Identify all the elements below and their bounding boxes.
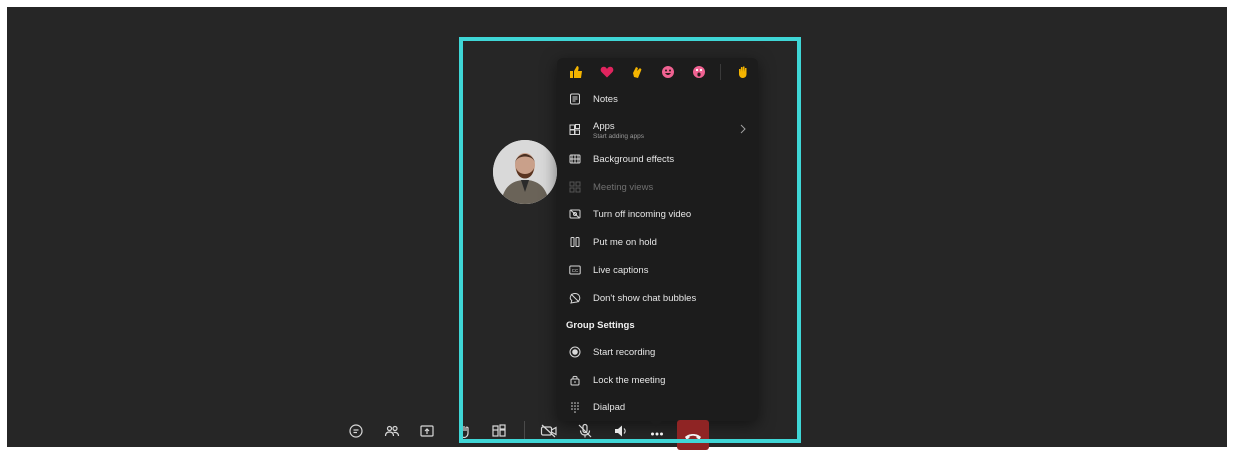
- more-options-button[interactable]: [646, 420, 668, 442]
- surprised-icon[interactable]: [690, 63, 708, 81]
- menu-item-label: Turn off incoming video: [593, 208, 692, 220]
- raised-hand-icon[interactable]: [734, 63, 752, 81]
- rooms-button[interactable]: [488, 420, 510, 442]
- speaker-button[interactable]: [610, 420, 632, 442]
- participant-avatar[interactable]: [493, 140, 557, 204]
- meeting-views-icon: [568, 180, 582, 194]
- chevron-right-icon: [740, 124, 746, 137]
- background-effects-icon: [568, 152, 582, 166]
- reactions-bar: [557, 58, 758, 86]
- raise-hand-icon: [459, 426, 469, 439]
- menu-item-dont-show-chat-bubbles[interactable]: Don't show chat bubbles: [557, 285, 758, 311]
- raise-hand-button[interactable]: [453, 420, 475, 442]
- menu-item-start-recording[interactable]: Start recording: [557, 339, 758, 365]
- menu-item-turn-off-incoming-video[interactable]: Turn off incoming video: [557, 201, 758, 227]
- hang-up-icon: [685, 434, 701, 440]
- menu-item-label: Live captions: [593, 264, 649, 276]
- menu-item-sublabel: Start adding apps: [593, 132, 644, 140]
- menu-item-label: Dialpad: [593, 401, 626, 413]
- menu-item-meeting-views: Meeting views: [557, 174, 758, 200]
- heart-icon[interactable]: [598, 63, 616, 81]
- video-off-icon: [568, 207, 582, 221]
- notes-icon: [568, 92, 582, 106]
- share-icon: [420, 425, 434, 437]
- microphone-button[interactable]: [574, 420, 596, 442]
- menu-item-label: Start recording: [593, 346, 656, 358]
- dialpad-icon: [568, 400, 582, 414]
- menu-item-label: Meeting views: [593, 181, 654, 193]
- menu-item-put-me-on-hold[interactable]: Put me on hold: [557, 229, 758, 255]
- menu-item-label: Don't show chat bubbles: [593, 292, 697, 304]
- more-options-menu: Notes Apps Start adding apps Background …: [557, 58, 758, 421]
- menu-item-lock-the-meeting[interactable]: Lock the meeting: [557, 367, 758, 393]
- people-button[interactable]: [381, 420, 403, 442]
- menu-item-notes[interactable]: Notes: [557, 86, 758, 112]
- menu-item-label: Put me on hold: [593, 236, 657, 248]
- thumbs-up-icon[interactable]: [567, 63, 585, 81]
- menu-item-live-captions[interactable]: CC Live captions: [557, 257, 758, 283]
- rooms-icon: [492, 424, 506, 437]
- reactions-divider: [720, 64, 722, 80]
- more-icon: [651, 432, 663, 436]
- speaker-icon: [615, 425, 626, 437]
- group-settings-title: Group Settings: [566, 320, 635, 331]
- camera-off-icon: [540, 424, 557, 438]
- menu-item-label: Notes: [593, 93, 618, 105]
- camera-button[interactable]: [538, 420, 560, 442]
- captions-icon: CC: [568, 263, 582, 277]
- share-button[interactable]: [416, 420, 438, 442]
- lock-icon: [568, 373, 582, 387]
- menu-item-background-effects[interactable]: Background effects: [557, 146, 758, 172]
- laugh-icon[interactable]: [659, 63, 677, 81]
- chat-button[interactable]: [345, 420, 367, 442]
- hang-up-button[interactable]: [677, 420, 709, 450]
- menu-item-label: Background effects: [593, 153, 675, 165]
- hold-icon: [568, 235, 582, 249]
- svg-text:CC: CC: [572, 268, 579, 273]
- record-icon: [568, 345, 582, 359]
- toolbar-divider: [524, 421, 525, 439]
- menu-item-label: Apps: [593, 120, 615, 132]
- mic-off-icon: [578, 423, 592, 438]
- apps-icon: [568, 123, 582, 137]
- chat-icon: [349, 424, 363, 438]
- menu-item-dialpad[interactable]: Dialpad: [557, 394, 758, 420]
- menu-item-label: Lock the meeting: [593, 374, 666, 386]
- people-icon: [384, 425, 400, 437]
- chat-bubble-off-icon: [568, 291, 582, 305]
- clap-icon[interactable]: [628, 63, 646, 81]
- menu-item-apps[interactable]: Apps Start adding apps: [557, 116, 758, 144]
